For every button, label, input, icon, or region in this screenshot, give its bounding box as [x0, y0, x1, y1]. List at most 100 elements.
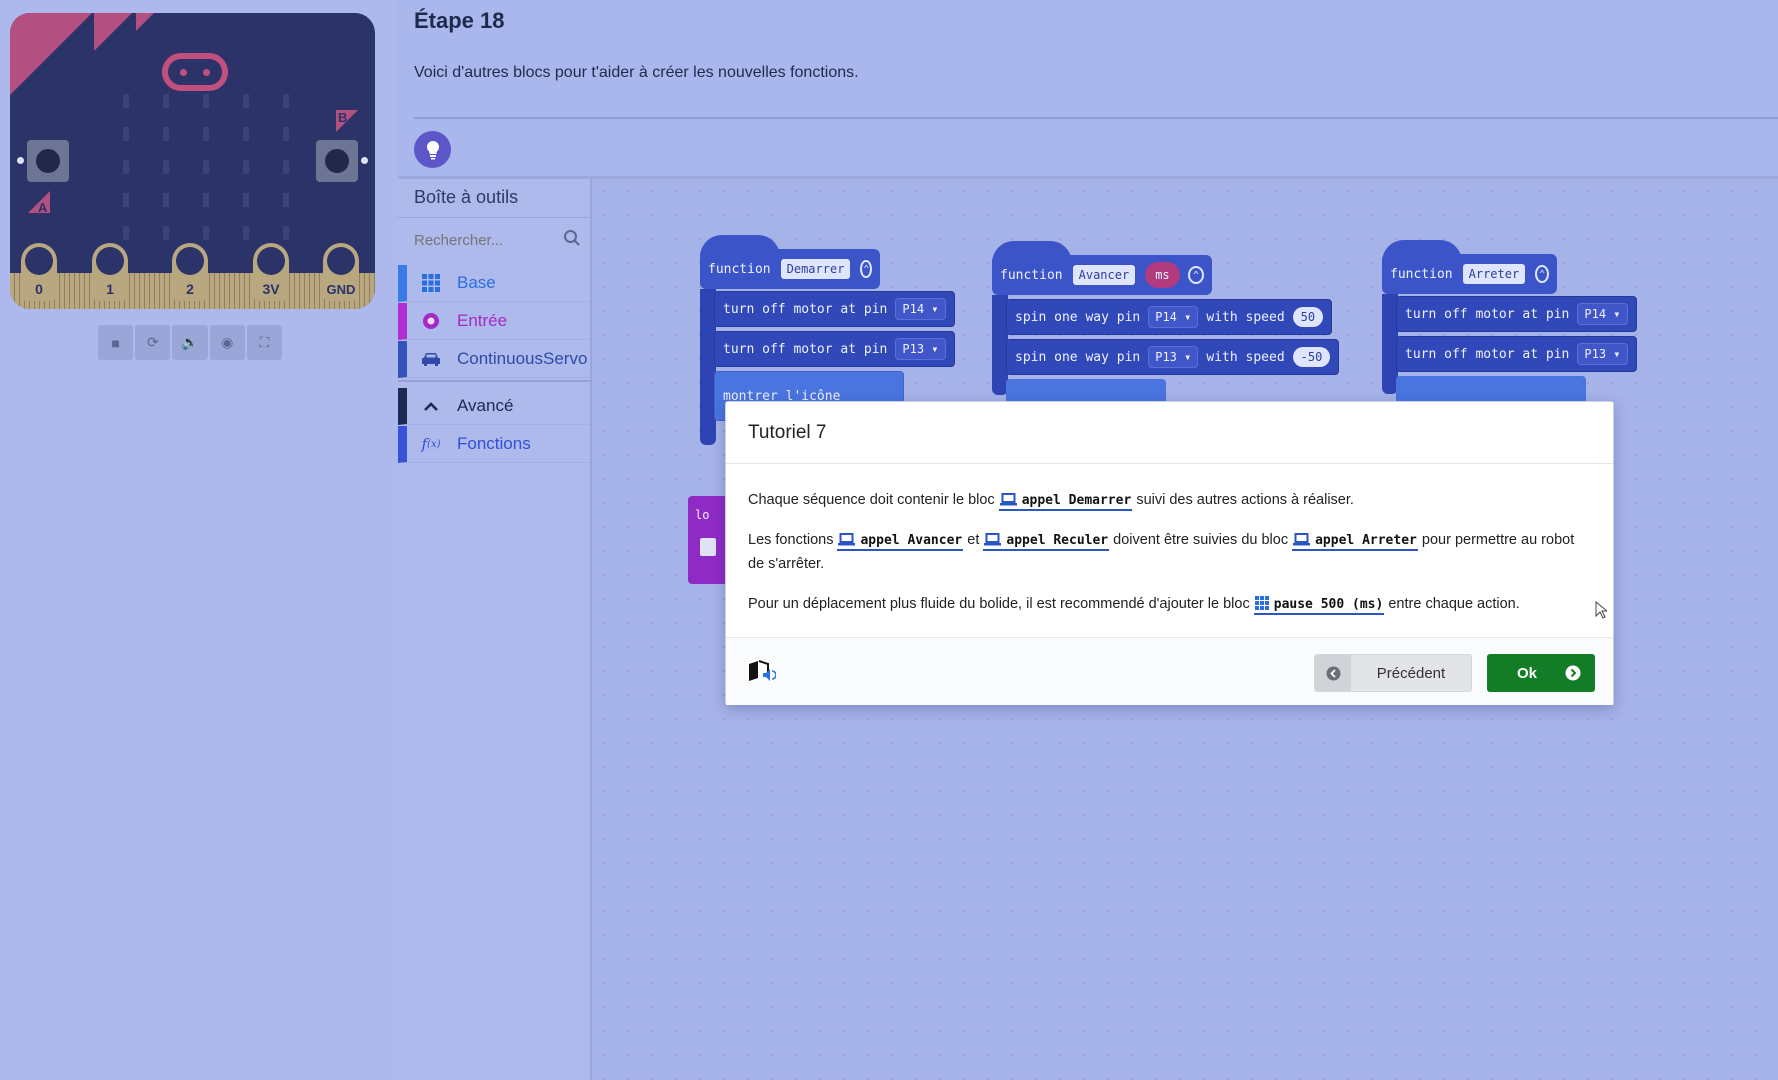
search-icon[interactable]: [563, 229, 581, 247]
function-name-field[interactable]: Arreter: [1462, 264, 1526, 284]
collapse-icon[interactable]: ⌃: [1535, 265, 1549, 283]
led: [243, 160, 249, 174]
mute-icon[interactable]: 🔈: [172, 325, 208, 360]
category-entree[interactable]: Entrée: [398, 303, 590, 340]
category-label: Fonctions: [457, 434, 531, 453]
dialog-body: Chaque séquence doit contenir le bloc ap…: [748, 489, 1591, 633]
chevron-up-icon: [419, 400, 443, 412]
statement-block[interactable]: turn off motor at pin P13 ▾: [1396, 336, 1637, 372]
led: [283, 94, 289, 108]
category-advanced[interactable]: Avancé: [398, 388, 590, 425]
arrow-right-icon: [1565, 665, 1581, 681]
parameter-ms[interactable]: ms: [1145, 262, 1180, 288]
category-label: Avancé: [457, 396, 514, 415]
dialog-title: Tutoriel 7: [726, 402, 1613, 464]
led: [203, 193, 209, 207]
statement-block[interactable]: turn off motor at pin P14 ▾: [1396, 296, 1637, 332]
mouse-cursor-icon: [1595, 601, 1607, 619]
led: [203, 226, 209, 240]
statement-block[interactable]: turn off motor at pin P13 ▾: [714, 331, 955, 367]
category-base[interactable]: Base: [398, 265, 590, 302]
led: [283, 193, 289, 207]
ok-label: Ok: [1517, 664, 1538, 682]
statement-block[interactable]: turn off motor at pin P14 ▾: [714, 291, 955, 327]
grid-icon: [1254, 595, 1269, 610]
microbit-board[interactable]: A B 0 1 2 3V GND: [10, 13, 375, 309]
led: [123, 127, 129, 141]
step-description: Voici d'autres blocs pour t'aider à crée…: [414, 64, 859, 81]
block-link-appel-arreter[interactable]: appel Arreter: [1292, 532, 1418, 551]
statement-block[interactable]: spin one way pin P13 ▾ with speed -50: [1006, 339, 1340, 375]
function-name-field[interactable]: Avancer: [1072, 265, 1136, 285]
block-link-pause[interactable]: pause 500 (ms): [1253, 595, 1385, 615]
laptop-icon: [984, 532, 1002, 546]
microbit-logo[interactable]: [162, 53, 228, 91]
simulator-panel: A B 0 1 2 3V GND ■ ⟳ 🔈 ◉ ⛶: [0, 0, 398, 1080]
toolbox-title: Boîte à outils: [414, 187, 519, 207]
board-decoration: [10, 13, 92, 95]
pin-dropdown[interactable]: P14 ▾: [1148, 306, 1199, 328]
previous-label: Précédent: [1376, 664, 1446, 682]
pin-dropdown[interactable]: P13 ▾: [1148, 346, 1199, 368]
statement-text: turn off motor at pin: [723, 301, 888, 317]
pin-gnd[interactable]: GND: [323, 243, 359, 301]
previous-button[interactable]: Précédent: [1314, 654, 1472, 692]
circle-dot-icon: [419, 312, 443, 330]
divider: [414, 117, 1778, 119]
statement-text: turn off motor at pin: [723, 341, 888, 357]
category-continuousservo[interactable]: ContinuousServo: [398, 341, 590, 378]
led: [283, 127, 289, 141]
lightbulb-icon: [426, 140, 439, 159]
pin-dropdown[interactable]: P14 ▾: [895, 298, 946, 320]
collapse-icon[interactable]: ⌃: [860, 260, 872, 278]
pin-0[interactable]: 0: [21, 243, 57, 301]
step-title: Étape 18: [414, 8, 505, 33]
divider: [398, 380, 592, 382]
laptop-icon: [1293, 532, 1311, 546]
button-a[interactable]: [27, 140, 69, 182]
led: [243, 127, 249, 141]
pin-dropdown[interactable]: P13 ▾: [895, 338, 946, 360]
button-a-label: A: [38, 200, 48, 215]
function-name-field[interactable]: Demarrer: [780, 259, 851, 279]
speed-input[interactable]: -50: [1292, 347, 1331, 367]
block-link-appel-demarrer[interactable]: appel Demarrer: [998, 493, 1133, 511]
block-link-appel-avancer[interactable]: appel Avancer: [837, 532, 964, 551]
pin-3v[interactable]: 3V: [253, 243, 289, 301]
statement-block[interactable]: spin one way pin P14 ▾ with speed 50: [1006, 299, 1333, 335]
toolbox-search-input[interactable]: [414, 223, 584, 257]
category-label: ContinuousServo: [457, 349, 588, 368]
stop-icon[interactable]: ■: [98, 325, 134, 360]
function-keyword: function: [1390, 266, 1453, 282]
led: [123, 94, 129, 108]
led: [243, 226, 249, 240]
button-b[interactable]: [316, 140, 358, 182]
collapse-icon[interactable]: ⌃: [1187, 266, 1204, 284]
fullscreen-icon[interactable]: ⛶: [246, 325, 283, 360]
led: [243, 94, 249, 108]
read-aloud-icon[interactable]: [748, 660, 776, 684]
category-label: Base: [457, 273, 496, 292]
function-keyword: function: [708, 261, 771, 277]
pin-dropdown[interactable]: P14 ▾: [1577, 303, 1628, 325]
category-functions[interactable]: f (x) Fonctions: [398, 426, 590, 463]
block-link-appel-reculer[interactable]: appel Reculer: [983, 532, 1110, 551]
hint-button[interactable]: [414, 131, 451, 168]
dialog-footer: Précédent Ok: [726, 637, 1613, 705]
led: [163, 226, 169, 240]
pin-dropdown[interactable]: P13 ▾: [1577, 343, 1628, 365]
grid-icon: [419, 274, 443, 292]
restart-icon[interactable]: ⟳: [135, 325, 171, 360]
loop-block[interactable]: lo: [688, 496, 728, 584]
led: [243, 193, 249, 207]
laptop-icon: [838, 532, 856, 546]
edge-dot: [361, 157, 368, 164]
pin-1[interactable]: 1: [92, 243, 128, 301]
ok-button[interactable]: Ok: [1487, 654, 1595, 692]
led: [203, 160, 209, 174]
statement-text: turn off motor at pin: [1405, 346, 1570, 362]
led: [283, 226, 289, 240]
pin-2[interactable]: 2: [172, 243, 208, 301]
screenshot-icon[interactable]: ◉: [209, 325, 245, 360]
speed-input[interactable]: 50: [1292, 307, 1324, 327]
